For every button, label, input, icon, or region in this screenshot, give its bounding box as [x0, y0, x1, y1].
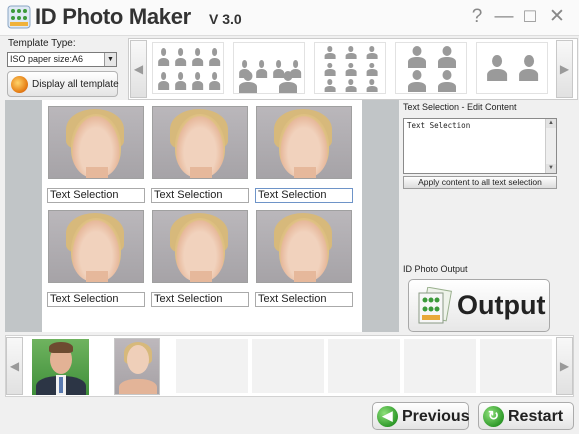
person-silhouette-icon	[208, 71, 221, 90]
template-type-value: ISO paper size:A6	[10, 54, 84, 64]
person-silhouette-icon	[157, 71, 170, 90]
app-version: V 3.0	[209, 11, 242, 27]
person-silhouette-icon	[191, 71, 204, 90]
edit-content-textarea[interactable]: Text Selection	[403, 118, 557, 174]
photo-sheets-icon	[418, 287, 453, 324]
person-silhouette-icon	[407, 45, 427, 68]
back-arrow-icon: ◀	[377, 406, 398, 427]
photo-strip-scroll-right-button[interactable]: ▶	[556, 337, 573, 395]
person-silhouette-icon	[366, 78, 378, 92]
empty-photo-slot[interactable]	[480, 339, 552, 393]
scroll-up-icon[interactable]: ▲	[546, 119, 556, 128]
template-type-select[interactable]: ISO paper size:A6 ▼	[7, 52, 117, 67]
minimize-button[interactable]: —	[493, 6, 515, 28]
person-silhouette-icon	[345, 78, 357, 92]
person-silhouette-icon	[278, 71, 298, 93]
person-silhouette-icon	[437, 70, 457, 93]
maximize-button[interactable]: □	[519, 6, 541, 28]
empty-photo-slot[interactable]	[328, 339, 400, 393]
source-photo-man[interactable]	[32, 339, 89, 395]
template-scroll-left-button[interactable]: ◀	[130, 40, 147, 98]
apply-to-all-button[interactable]: Apply content to all text selection	[403, 176, 557, 189]
person-silhouette-icon	[324, 62, 336, 76]
person-silhouette-icon	[174, 48, 187, 67]
photo-strip-scroll-left-button[interactable]: ◀	[6, 337, 23, 395]
restart-button[interactable]: ↻ Restart	[478, 402, 574, 430]
photo-text-field[interactable]: Text Selection	[151, 188, 249, 203]
template-scroll-right-button[interactable]: ▶	[556, 40, 573, 98]
person-silhouette-icon	[191, 48, 204, 67]
template-thumbnail[interactable]	[395, 42, 467, 94]
edit-content-title: Text Selection - Edit Content	[403, 102, 517, 112]
person-silhouette-icon	[345, 62, 357, 76]
person-silhouette-icon	[366, 62, 378, 76]
refresh-icon: ↻	[483, 406, 504, 427]
display-all-template-label: Display all template	[32, 79, 119, 90]
person-silhouette-icon	[208, 48, 221, 67]
id-photo[interactable]	[152, 210, 248, 283]
photo-text-field[interactable]: Text Selection	[255, 188, 353, 203]
person-silhouette-icon	[518, 55, 540, 81]
person-silhouette-icon	[157, 48, 170, 67]
id-photo[interactable]	[152, 106, 248, 179]
person-silhouette-icon	[174, 71, 187, 90]
close-button[interactable]: ✕	[546, 6, 568, 28]
photo-text-field[interactable]: Text Selection	[47, 188, 145, 203]
previous-button-label: Previous	[402, 408, 470, 425]
output-button[interactable]: Output	[408, 279, 550, 332]
template-thumbnail[interactable]	[152, 42, 224, 94]
source-photo-woman[interactable]	[114, 338, 160, 395]
display-all-template-button[interactable]: Display all template	[7, 71, 119, 97]
empty-photo-slot[interactable]	[252, 339, 324, 393]
id-photo[interactable]	[48, 106, 144, 179]
dropdown-arrow-icon[interactable]: ▼	[104, 53, 116, 66]
textarea-scrollbar[interactable]: ▲ ▼	[545, 119, 556, 173]
app-logo-icon	[7, 5, 31, 29]
empty-photo-slot[interactable]	[176, 339, 248, 393]
person-silhouette-icon	[486, 55, 508, 81]
id-photo[interactable]	[48, 210, 144, 283]
app-title: ID Photo Maker	[35, 4, 191, 29]
person-silhouette-icon	[324, 78, 336, 92]
scroll-down-icon[interactable]: ▼	[546, 164, 556, 173]
template-type-label: Template Type:	[8, 38, 76, 49]
person-silhouette-icon	[324, 46, 336, 60]
id-photo[interactable]	[256, 210, 352, 283]
previous-button[interactable]: ◀ Previous	[372, 402, 470, 430]
burst-icon	[11, 76, 28, 93]
template-thumbnail[interactable]	[233, 42, 305, 94]
template-thumbnail[interactable]	[314, 42, 386, 94]
id-photo[interactable]	[256, 106, 352, 179]
person-silhouette-icon	[407, 70, 427, 93]
empty-photo-slot[interactable]	[404, 339, 476, 393]
person-silhouette-icon	[437, 45, 457, 68]
photo-text-field[interactable]: Text Selection	[47, 292, 145, 307]
person-silhouette-icon	[238, 71, 258, 93]
template-thumbnail[interactable]	[476, 42, 548, 94]
output-title: ID Photo Output	[403, 264, 468, 274]
person-silhouette-icon	[345, 46, 357, 60]
help-button[interactable]: ?	[466, 6, 488, 28]
restart-button-label: Restart	[508, 408, 564, 425]
photo-text-field[interactable]: Text Selection	[151, 292, 249, 307]
output-button-label: Output	[457, 290, 546, 320]
person-silhouette-icon	[366, 46, 378, 60]
photo-text-field[interactable]: Text Selection	[255, 292, 353, 307]
